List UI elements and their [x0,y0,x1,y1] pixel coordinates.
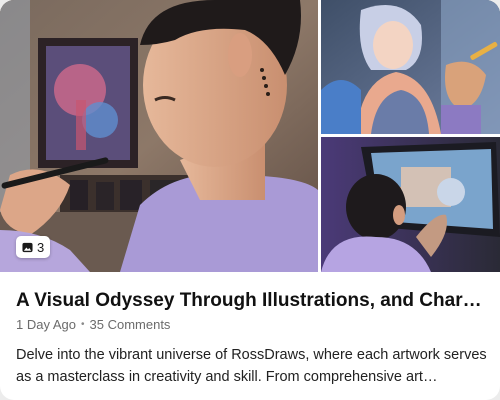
image-gallery[interactable]: 3 [0,0,500,272]
post-description: Delve into the vibrant universe of RossD… [16,347,487,385]
meta-separator: • [81,319,85,330]
image-count-badge: 3 [16,236,51,258]
image-count: 3 [37,239,45,255]
comments-link[interactable]: 35 Comments [90,317,171,332]
gallery-image-main[interactable] [0,0,318,272]
gallery-image-bottom-right[interactable] [321,137,500,272]
post-title[interactable]: A Visual Odyssey Through Illustrations, … [16,290,488,312]
image-icon [22,242,33,252]
post-card[interactable]: 3 A Visual Odyssey Through Illustrations… [0,0,500,400]
gallery-image-top-right[interactable] [321,0,500,134]
post-meta: 1 Day Ago • 35 Comments [16,317,170,332]
post-time: 1 Day Ago [16,317,76,332]
